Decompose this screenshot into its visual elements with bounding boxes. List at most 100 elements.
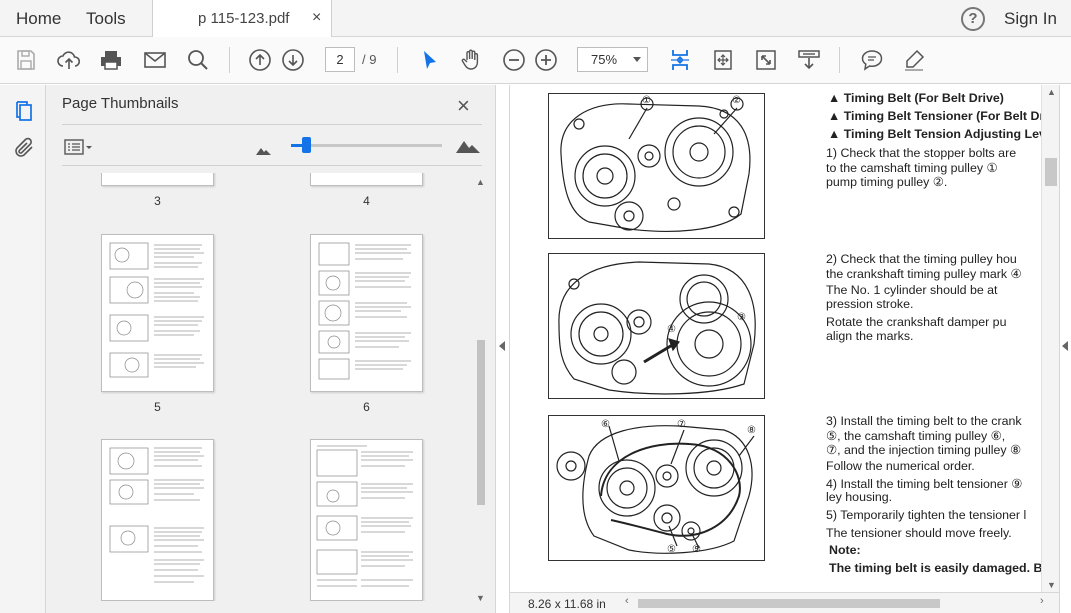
read-mode-icon[interactable] xyxy=(796,47,822,73)
status-bar: 8.26 x 11.68 in ‹ › xyxy=(510,592,1059,613)
document-text-line: The No. 1 cylinder should be at xyxy=(826,283,998,297)
thumbnail-label: 5 xyxy=(154,400,161,414)
scroll-left-icon[interactable]: ‹ xyxy=(625,595,629,607)
figure-callout: ⑤ xyxy=(667,544,676,555)
upload-icon[interactable] xyxy=(56,47,82,73)
fullscreen-icon[interactable] xyxy=(753,47,779,73)
document-text-line: Follow the numerical order. xyxy=(826,459,975,473)
divider xyxy=(62,124,482,125)
thumbnail-page[interactable] xyxy=(310,439,423,601)
email-icon[interactable] xyxy=(142,47,168,73)
fit-page-icon[interactable] xyxy=(710,47,736,73)
document-text-line: ▲ Timing Belt Tension Adjusting Leve xyxy=(828,127,1041,141)
tools-tab[interactable]: Tools xyxy=(86,0,126,37)
thumbnails-panel: Page Thumbnails × 3 4 5 6 ▲ ▼ xyxy=(46,85,495,613)
left-rail xyxy=(0,85,46,613)
thumbnail-page[interactable] xyxy=(101,439,214,601)
scroll-mode-icon[interactable] xyxy=(667,47,693,73)
thumbnail-list: 3 4 5 6 xyxy=(62,173,472,601)
expand-right-pane-icon[interactable] xyxy=(1062,341,1068,351)
panel-title: Page Thumbnails xyxy=(62,95,179,112)
document-text-line: 4) Install the timing belt tensioner ⑨ xyxy=(826,477,1023,491)
document-view[interactable]: ① ② ③ ④ ⑥ ⑦ ⑧ ⑤ ⑨ ▲ Timing Belt (For Bel… xyxy=(510,85,1041,592)
thumbnail-page[interactable] xyxy=(101,173,214,186)
top-bar: Home Tools p 115-123.pdf × ? Sign In xyxy=(0,0,1071,38)
document-text-line: 3) Install the timing belt to the crank xyxy=(826,414,1022,428)
thumbnail-options-icon[interactable] xyxy=(64,138,94,156)
figure-callout: ⑥ xyxy=(601,419,610,430)
save-icon[interactable] xyxy=(13,47,39,73)
document-scrollbar[interactable]: ▲ ▼ xyxy=(1041,85,1059,592)
scroll-right-icon[interactable]: › xyxy=(1040,595,1044,607)
page-up-icon[interactable] xyxy=(247,47,273,73)
horizontal-scroll-thumb[interactable] xyxy=(638,599,940,608)
sign-in-button[interactable]: Sign In xyxy=(1004,9,1057,29)
document-text-line: ⑦, and the injection timing pulley ⑧ xyxy=(826,443,1022,457)
highlight-pen-icon[interactable] xyxy=(901,47,927,73)
slider-thumb[interactable] xyxy=(302,137,312,153)
document-text-line: The tensioner should move freely. xyxy=(826,526,1012,540)
help-icon[interactable]: ? xyxy=(961,7,985,31)
collapse-panel-icon[interactable] xyxy=(499,341,505,351)
current-page-input[interactable]: 2 xyxy=(325,47,355,72)
figure-callout: ⑦ xyxy=(677,419,686,430)
document-text-line: 2) Check that the timing pulley hou xyxy=(826,252,1017,266)
panel-splitter[interactable] xyxy=(495,85,510,613)
page-thumbnails-icon[interactable] xyxy=(12,100,36,124)
figure-callout: ① xyxy=(642,95,651,106)
thumbnails-scrollbar[interactable]: ▲ ▼ xyxy=(474,177,487,605)
document-text-line: align the marks. xyxy=(826,329,914,343)
scroll-up-icon[interactable]: ▲ xyxy=(1047,87,1056,97)
close-panel-icon[interactable]: × xyxy=(457,93,470,119)
right-panel-toggle[interactable] xyxy=(1059,85,1071,613)
figure-callout: ③ xyxy=(737,312,746,323)
document-text-line: ▲ Timing Belt (For Belt Drive) xyxy=(828,91,1004,105)
document-text-line: the crankshaft timing pulley mark ④ xyxy=(826,267,1022,281)
page-size: 8.26 x 11.68 in xyxy=(528,597,606,611)
small-mountain-icon xyxy=(256,142,272,160)
home-tab[interactable]: Home xyxy=(16,0,61,37)
select-cursor-icon[interactable] xyxy=(416,47,442,73)
hand-icon[interactable] xyxy=(458,47,484,73)
document-text-line: 5) Temporarily tighten the tensioner l xyxy=(826,508,1027,522)
scroll-up-icon[interactable]: ▲ xyxy=(476,177,485,187)
page-down-icon[interactable] xyxy=(280,47,306,73)
zoom-select[interactable]: 75% xyxy=(577,47,648,72)
thumbnail-label: 6 xyxy=(363,400,370,414)
document-text-line: The timing belt is easily damaged. Be xyxy=(829,561,1041,575)
toolbar-separator xyxy=(397,47,398,73)
thumbnail-label: 4 xyxy=(363,194,370,208)
document-text-line: Note: xyxy=(829,543,861,557)
thumbnail-size-slider[interactable] xyxy=(291,137,442,153)
thumbnail-page-content xyxy=(109,447,204,583)
thumbnail-page[interactable] xyxy=(310,234,423,392)
scroll-down-icon[interactable]: ▼ xyxy=(1047,580,1056,590)
search-icon[interactable] xyxy=(185,47,211,73)
thumbnail-page-content xyxy=(109,242,204,378)
toolbar: 2 / 9 75% xyxy=(0,37,1071,84)
figure-callout: ④ xyxy=(667,324,676,335)
horizontal-scrollbar[interactable] xyxy=(638,599,1036,608)
thumbnail-page-content xyxy=(316,445,413,587)
comment-icon[interactable] xyxy=(859,47,885,73)
document-text-line: pump timing pulley ②. xyxy=(826,175,948,189)
figure-timing-pulleys: ① ② xyxy=(548,93,765,239)
document-text-line: 1) Check that the stopper bolts are xyxy=(826,146,1017,160)
thumbnail-page[interactable] xyxy=(101,234,214,392)
thumbnail-page[interactable] xyxy=(310,173,423,186)
document-tab[interactable]: p 115-123.pdf × xyxy=(152,0,332,38)
attachment-icon[interactable] xyxy=(12,136,36,160)
document-text-line: ⑤, the camshaft timing pulley ⑥, xyxy=(826,429,1006,443)
document-text-line: Rotate the crankshaft damper pu xyxy=(826,315,1007,329)
page-total: / 9 xyxy=(362,52,377,67)
close-tab-icon[interactable]: × xyxy=(312,9,321,27)
thumbnail-label: 3 xyxy=(154,194,161,208)
zoom-out-icon[interactable] xyxy=(501,47,527,73)
scroll-thumb[interactable] xyxy=(1045,158,1057,186)
figure-belt-installation: ⑥ ⑦ ⑧ ⑤ ⑨ xyxy=(548,415,765,561)
thumbnail-page-content xyxy=(318,242,411,380)
scroll-down-icon[interactable]: ▼ xyxy=(476,593,485,603)
zoom-in-icon[interactable] xyxy=(533,47,559,73)
scroll-thumb[interactable] xyxy=(477,340,485,505)
print-icon[interactable] xyxy=(98,47,124,73)
